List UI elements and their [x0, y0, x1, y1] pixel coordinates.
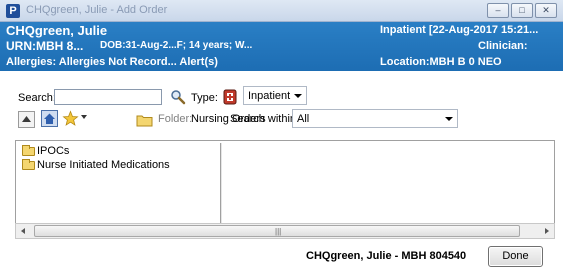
- encounter-info: Inpatient [22-Aug-2017 15:21...: [380, 24, 539, 36]
- search-input[interactable]: [54, 89, 162, 105]
- folder-label: Folder:: [158, 113, 193, 125]
- type-label: Type:: [191, 92, 218, 104]
- scrollbar-thumb[interactable]: |||: [34, 225, 520, 237]
- folder-icon: [22, 144, 35, 156]
- type-dropdown-value: Inpatient: [248, 90, 291, 102]
- tree-item-label: Nurse Initiated Medications: [37, 159, 170, 171]
- chevron-down-icon: [445, 117, 453, 121]
- patient-banner: CHQgreen, Julie URN:MBH 8... DOB:31-Aug-…: [0, 22, 563, 71]
- folder-icon: [136, 115, 153, 127]
- search-icon[interactable]: [170, 89, 186, 105]
- close-button[interactable]: ✕: [535, 3, 557, 18]
- chevron-down-icon: [294, 94, 302, 98]
- footer-patient-id: CHQgreen, Julie - MBH 804540: [306, 250, 467, 262]
- patient-dob: DOB:31-Aug-2...F; 14 years; W...: [100, 40, 253, 51]
- patient-urn: URN:MBH 8...: [6, 39, 84, 53]
- favorites-star-icon[interactable]: [62, 110, 79, 127]
- search-within-value: All: [297, 113, 310, 125]
- tree-item-label: IPOCs: [37, 145, 70, 157]
- up-folder-icon[interactable]: [18, 111, 35, 128]
- done-button[interactable]: Done: [488, 246, 543, 267]
- minimize-button[interactable]: –: [487, 3, 509, 18]
- title-bar: P CHQgreen, Julie - Add Order – □ ✕: [0, 0, 563, 22]
- horizontal-scrollbar[interactable]: |||: [15, 223, 555, 239]
- favorites-dropdown-icon[interactable]: [80, 113, 88, 121]
- scroll-left-icon[interactable]: [21, 228, 25, 234]
- home-icon[interactable]: [41, 110, 58, 127]
- search-within-label: Search within:: [230, 113, 300, 125]
- tree-item-nurse-initiated-medications[interactable]: Nurse Initiated Medications: [22, 158, 170, 171]
- patient-allergies[interactable]: Allergies: Allergies Not Record... Alert…: [6, 56, 218, 68]
- patient-name[interactable]: CHQgreen, Julie: [6, 23, 107, 38]
- pane-splitter[interactable]: [220, 143, 222, 229]
- folder-icon: [22, 158, 35, 170]
- window-title: CHQgreen, Julie - Add Order: [26, 4, 168, 16]
- clinician-label: Clinician:: [478, 40, 528, 52]
- window-controls: – □ ✕: [487, 3, 557, 18]
- search-within-dropdown[interactable]: All: [292, 109, 458, 128]
- type-dropdown[interactable]: Inpatient: [243, 86, 307, 105]
- search-label: Search:: [18, 92, 56, 104]
- scroll-right-icon[interactable]: [545, 228, 549, 234]
- maximize-button[interactable]: □: [511, 3, 533, 18]
- tree-item-ipocs[interactable]: IPOCs: [22, 144, 170, 157]
- scrollbar-grip-icon: |||: [275, 227, 282, 236]
- app-icon: P: [6, 4, 20, 18]
- folder-tree: IPOCs Nurse Initiated Medications: [22, 144, 170, 173]
- encounter-type-icon: [223, 89, 237, 105]
- location-info: Location:MBH B 0 NEO: [380, 56, 502, 68]
